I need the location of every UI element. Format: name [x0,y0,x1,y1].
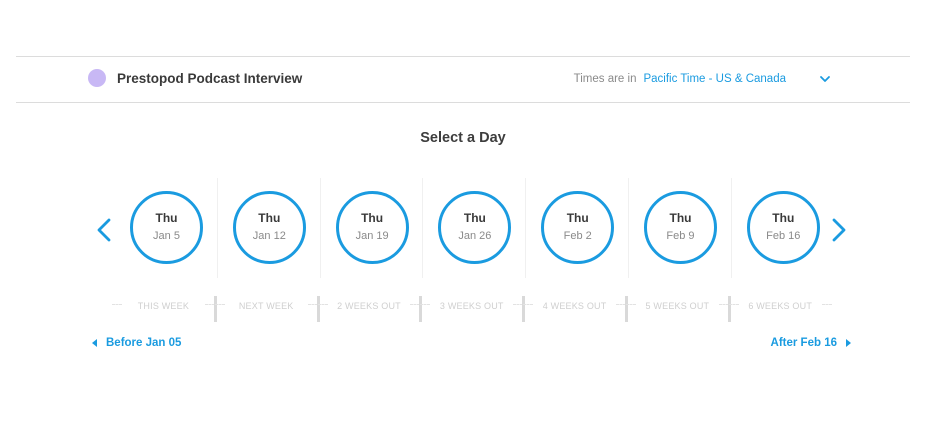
day-column: Thu Feb 16 [732,178,835,278]
after-date-link[interactable]: After Feb 16 [771,337,851,349]
week-labels: THIS WEEK NEXT WEEK 2 WEEKS OUT 3 WEEKS … [112,294,832,324]
header-top-divider [16,56,910,57]
timezone-selector[interactable]: Times are in Pacific Time - US & Canada [574,72,832,86]
week-label: 5 WEEKS OUT [645,301,710,311]
chevron-right-icon[interactable] [829,215,849,245]
day-button[interactable]: Thu Jan 12 [232,191,306,264]
day-button[interactable]: Thu Feb 9 [643,191,717,264]
week-label: NEXT WEEK [238,301,294,311]
chevron-down-icon[interactable] [818,72,832,86]
day-button[interactable]: Thu Feb 16 [746,191,820,264]
page-title: Select a Day [420,130,506,146]
day-column: Thu Jan 19 [321,178,424,278]
day-name: Thu [772,211,795,225]
day-name: Thu [463,211,486,225]
day-button[interactable]: Thu Jan 26 [438,191,512,264]
before-date-link[interactable]: Before Jan 05 [92,337,181,349]
week-label-cell: 6 WEEKS OUT [728,294,832,324]
event-color-dot [88,69,106,87]
day-column: Thu Feb 9 [629,178,732,278]
day-date: Jan 12 [252,230,286,242]
header-bottom-divider [16,102,910,103]
dashed-line [821,304,832,305]
week-label: 6 WEEKS OUT [748,301,813,311]
day-column: Thu Jan 26 [423,178,527,278]
day-column: Thu Feb 2 [526,178,629,278]
event-title: Prestopod Podcast Interview [117,70,303,86]
day-date: Jan 5 [153,230,180,242]
dashed-line [420,304,431,305]
day-name: Thu [155,211,178,225]
chevron-left-icon[interactable] [94,215,114,245]
dashed-line [728,304,739,305]
day-button[interactable]: Thu Feb 2 [541,191,615,264]
week-label-cell: 3 WEEKS OUT [420,294,526,324]
day-date: Jan 19 [355,230,389,242]
week-label: 2 WEEKS OUT [337,301,401,311]
timezone-label: Times are in [573,73,637,85]
day-name: Thu [669,211,692,225]
week-label: 3 WEEKS OUT [439,301,504,311]
day-button[interactable]: Thu Jan 19 [335,191,409,264]
day-date: Feb 16 [766,230,801,242]
day-date: Jan 26 [458,230,492,242]
dashed-line [214,304,225,305]
dashed-line [523,304,534,305]
dashed-line [317,304,328,305]
day-name: Thu [258,211,281,225]
event-header: Prestopod Podcast Interview [88,69,302,87]
caret-right-icon [846,339,851,347]
day-date: Feb 9 [666,230,695,242]
after-date-label: After Feb 16 [770,337,837,349]
week-label-cell: NEXT WEEK [214,294,320,324]
week-label-cell: THIS WEEK [112,294,217,324]
timezone-value[interactable]: Pacific Time - US & Canada [643,73,786,85]
day-column: Thu Jan 12 [218,178,321,278]
day-name: Thu [361,211,384,225]
before-date-label: Before Jan 05 [106,337,182,349]
week-label-cell: 5 WEEKS OUT [625,294,731,324]
day-button[interactable]: Thu Jan 5 [130,191,203,264]
day-column: Thu Jan 5 [115,178,218,278]
dashed-line [625,304,636,305]
week-label: THIS WEEK [137,301,190,311]
week-label-cell: 2 WEEKS OUT [317,294,423,324]
caret-left-icon [92,339,97,347]
day-date: Feb 2 [563,230,592,242]
day-picker: Thu Jan 5 Thu Jan 12 Thu Jan 19 Thu Jan … [115,178,835,278]
dashed-line [112,304,122,305]
day-name: Thu [566,211,589,225]
week-label: 4 WEEKS OUT [542,301,607,311]
week-label-cell: 4 WEEKS OUT [523,294,628,324]
